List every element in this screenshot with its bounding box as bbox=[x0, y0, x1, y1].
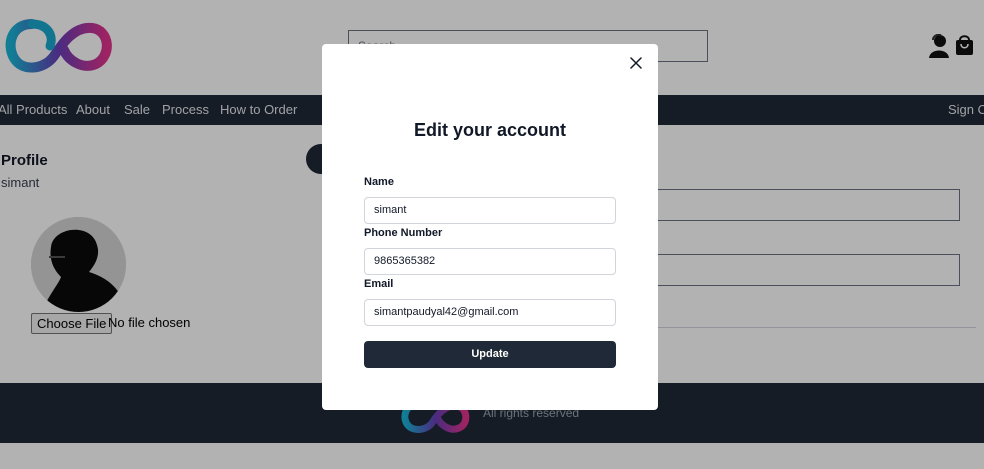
name-label: Name bbox=[364, 176, 394, 188]
close-icon bbox=[630, 57, 642, 69]
phone-label: Phone Number bbox=[364, 227, 443, 239]
close-button[interactable] bbox=[627, 54, 645, 72]
email-label: Email bbox=[364, 278, 394, 290]
modal-title: Edit your account bbox=[413, 120, 566, 140]
update-button[interactable]: Update bbox=[364, 341, 616, 368]
email-field[interactable]: simantpaudyal42@gmail.com bbox=[364, 299, 616, 326]
phone-field[interactable]: 9865365382 bbox=[364, 248, 616, 275]
name-field[interactable]: simant bbox=[364, 197, 616, 224]
